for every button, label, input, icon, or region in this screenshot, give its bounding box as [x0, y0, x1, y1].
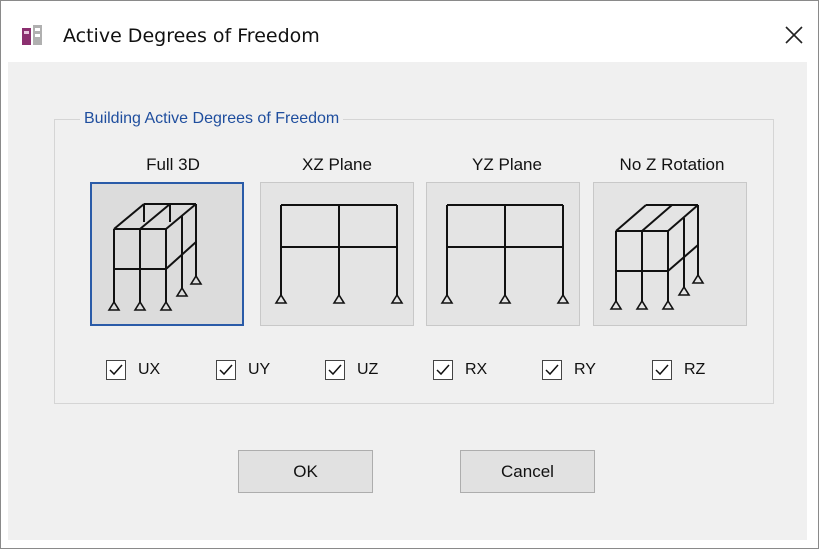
checkmark-icon	[109, 364, 123, 376]
checkbox-ry-label: RY	[574, 361, 596, 378]
checkbox-rz-box[interactable]	[652, 360, 672, 380]
checkbox-rx-box[interactable]	[433, 360, 453, 380]
checkbox-rz[interactable]: RZ	[652, 357, 705, 383]
3d-frame-icon	[107, 203, 203, 311]
checkmark-icon	[655, 364, 669, 376]
title-bar: Active Degrees of Freedom	[1, 1, 818, 63]
close-icon	[785, 26, 803, 44]
checkbox-rx-label: RX	[465, 361, 488, 378]
option-yz-plane[interactable]	[426, 182, 580, 326]
checkbox-ux-label: UX	[138, 361, 161, 378]
dialog-title: Active Degrees of Freedom	[63, 25, 320, 47]
checkbox-ry-box[interactable]	[542, 360, 562, 380]
option-label-yz-plane: YZ Plane	[472, 155, 542, 174]
checkbox-uy-label: UY	[248, 361, 271, 378]
option-full-3d[interactable]	[90, 182, 244, 326]
checkbox-rz-label: RZ	[684, 361, 706, 378]
cancel-button[interactable]: Cancel	[460, 450, 595, 493]
option-label-full-3d: Full 3D	[146, 155, 200, 174]
groupbox-title: Building Active Degrees of Freedom	[80, 110, 344, 128]
3d-frame-icon	[609, 204, 705, 310]
checkmark-icon	[219, 364, 233, 376]
yz-frame-icon	[440, 204, 570, 304]
option-label-xz-plane: XZ Plane	[302, 155, 372, 174]
option-label-no-z-rotation: No Z Rotation	[619, 155, 725, 174]
ok-button[interactable]: OK	[238, 450, 373, 493]
checkbox-ux-box[interactable]	[106, 360, 126, 380]
checkbox-ux[interactable]: UX	[106, 357, 160, 383]
close-button[interactable]	[771, 15, 817, 55]
xz-frame-icon	[274, 204, 404, 304]
checkbox-ry[interactable]: RY	[542, 357, 596, 383]
app-logo-icon	[22, 25, 44, 47]
checkbox-uz[interactable]: UZ	[325, 357, 378, 383]
checkbox-uy-box[interactable]	[216, 360, 236, 380]
checkmark-icon	[545, 364, 559, 376]
checkbox-uy[interactable]: UY	[216, 357, 270, 383]
checkmark-icon	[328, 364, 342, 376]
option-no-z-rotation[interactable]	[593, 182, 747, 326]
option-xz-plane[interactable]	[260, 182, 414, 326]
checkbox-uz-label: UZ	[357, 361, 379, 378]
checkbox-uz-box[interactable]	[325, 360, 345, 380]
checkmark-icon	[436, 364, 450, 376]
checkbox-rx[interactable]: RX	[433, 357, 487, 383]
